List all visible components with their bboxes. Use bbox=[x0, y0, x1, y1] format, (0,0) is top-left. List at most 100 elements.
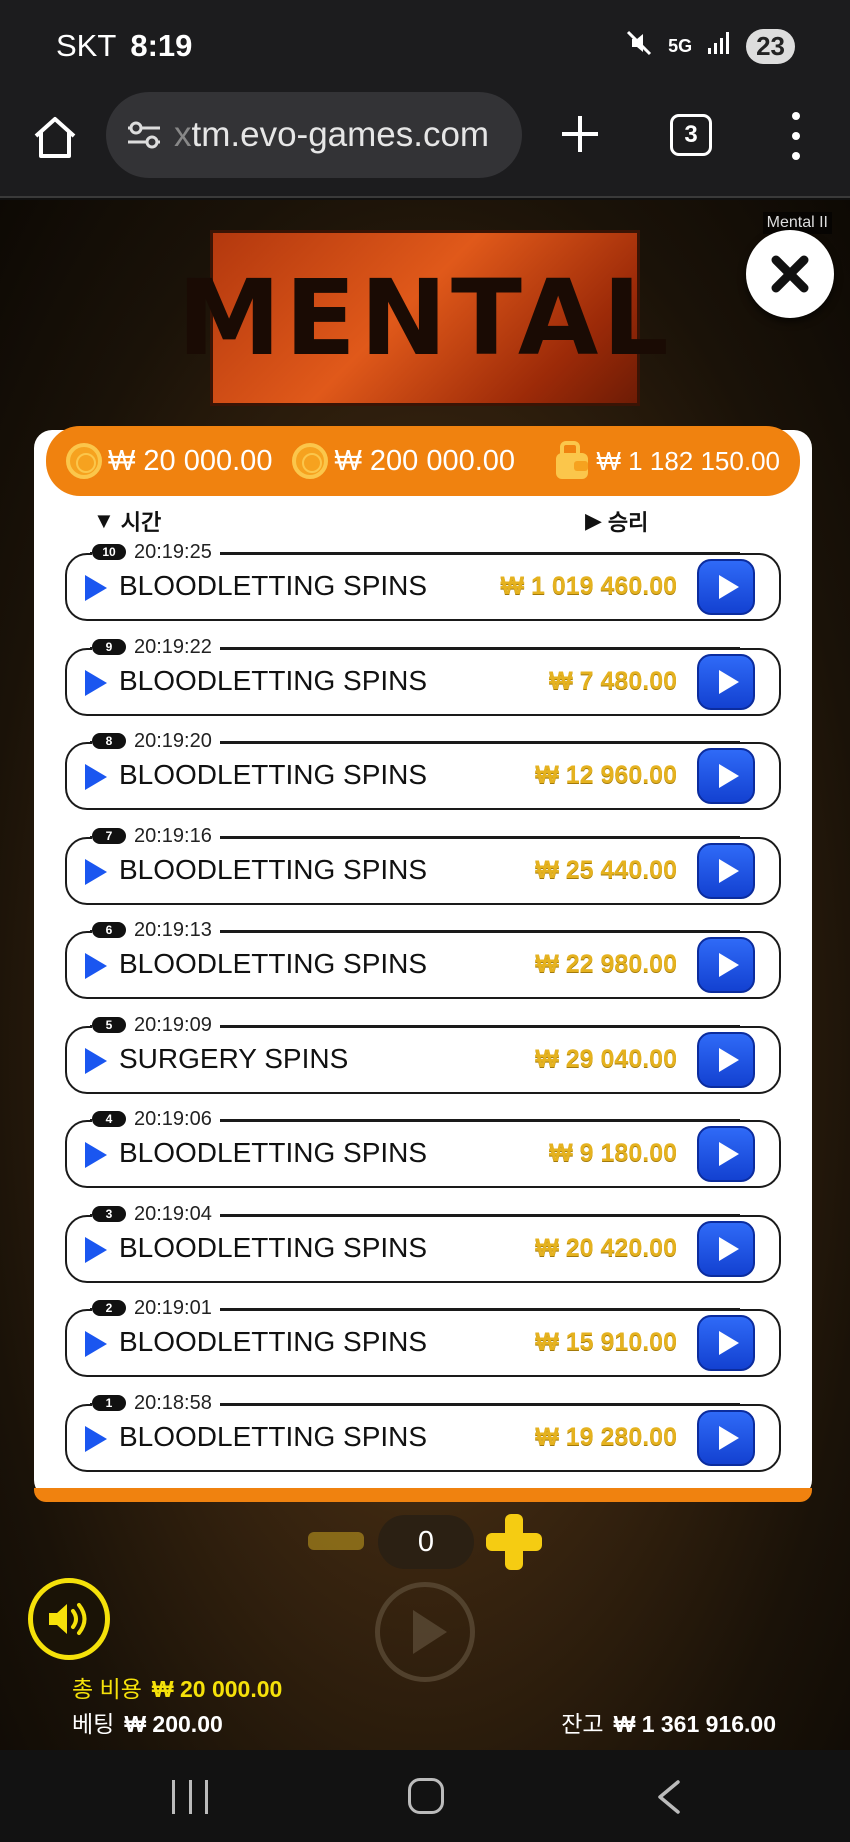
coin-value: ₩ 20 000.00 bbox=[66, 443, 272, 479]
increase-button[interactable] bbox=[486, 1514, 542, 1570]
history-panel-footer bbox=[34, 1488, 812, 1502]
network-icon: 5G bbox=[668, 36, 693, 56]
sound-button[interactable] bbox=[28, 1578, 110, 1660]
row-meta: 4 20:19:06 bbox=[92, 1108, 220, 1130]
site-settings-icon[interactable] bbox=[124, 115, 164, 155]
coin-icon bbox=[66, 443, 102, 479]
feature-name: BLOODLETTING SPINS bbox=[119, 1137, 428, 1168]
recent-apps-icon[interactable] bbox=[172, 1780, 208, 1814]
feature-name: BLOODLETTING SPINS bbox=[119, 1326, 428, 1357]
tab-switcher-button[interactable]: 3 bbox=[670, 114, 712, 156]
win-amount: ₩ 9 180.00 bbox=[549, 1139, 677, 1167]
row-meta: 7 20:19:16 bbox=[92, 825, 220, 847]
row-meta: 10 20:19:25 bbox=[92, 541, 220, 563]
spin-counter: 0 bbox=[378, 1515, 474, 1569]
replay-button[interactable] bbox=[697, 1126, 755, 1182]
sort-by-time[interactable]: ▼ 시간 bbox=[93, 505, 161, 537]
feature-name: BLOODLETTING SPINS bbox=[119, 854, 428, 885]
play-triangle-icon bbox=[85, 1426, 107, 1452]
address-bar[interactable]: xtm.evo-games.com bbox=[106, 92, 522, 178]
sort-by-win[interactable]: ▶ 승리 bbox=[585, 505, 648, 537]
bet-amount: 베팅 ₩ 200.00 bbox=[72, 1711, 223, 1737]
row-index-badge: 1 bbox=[92, 1395, 126, 1411]
row-meta: 1 20:18:58 bbox=[92, 1392, 220, 1414]
win-amount: ₩ 22 980.00 bbox=[535, 950, 677, 978]
close-icon bbox=[771, 255, 809, 293]
play-triangle-icon bbox=[85, 1237, 107, 1263]
game-logo: MENTAL bbox=[177, 230, 669, 406]
play-triangle-icon bbox=[85, 1142, 107, 1168]
overflow-menu-icon[interactable] bbox=[784, 112, 808, 160]
replay-button[interactable] bbox=[697, 937, 755, 993]
play-triangle-icon bbox=[85, 764, 107, 790]
play-triangle-icon bbox=[85, 670, 107, 696]
balance: 잔고 ₩ 1 361 916.00 bbox=[561, 1711, 776, 1737]
caret-down-icon: ▼ bbox=[93, 508, 115, 533]
play-triangle-icon bbox=[85, 859, 107, 885]
row-index-badge: 3 bbox=[92, 1206, 126, 1222]
total-cost: 총 비용 ₩ 20 000.00 bbox=[72, 1676, 283, 1702]
browser-toolbar: xtm.evo-games.com 3 bbox=[0, 92, 850, 198]
replay-button[interactable] bbox=[697, 559, 755, 615]
row-timestamp: 20:19:13 bbox=[134, 918, 212, 941]
row-meta: 9 20:19:22 bbox=[92, 636, 220, 658]
play-triangle-icon bbox=[85, 953, 107, 979]
feature-name: BLOODLETTING SPINS bbox=[119, 948, 428, 979]
play-triangle-icon bbox=[85, 1048, 107, 1074]
row-index-badge: 10 bbox=[92, 544, 126, 560]
carrier: SKT bbox=[56, 28, 116, 63]
row-meta: 5 20:19:09 bbox=[92, 1014, 220, 1036]
win-amount: ₩ 7 480.00 bbox=[549, 667, 677, 695]
win-amount: ₩ 19 280.00 bbox=[535, 1423, 677, 1451]
row-timestamp: 20:19:06 bbox=[134, 1107, 212, 1130]
feature-name: BLOODLETTING SPINS bbox=[119, 759, 428, 790]
replay-button[interactable] bbox=[697, 1221, 755, 1277]
row-timestamp: 20:19:09 bbox=[134, 1013, 212, 1036]
replay-button[interactable] bbox=[697, 843, 755, 899]
row-timestamp: 20:19:04 bbox=[134, 1202, 212, 1225]
replay-button[interactable] bbox=[697, 654, 755, 710]
home-icon[interactable] bbox=[30, 112, 80, 168]
row-index-badge: 4 bbox=[92, 1111, 126, 1127]
row-meta: 3 20:19:04 bbox=[92, 1203, 220, 1225]
win-amount: ₩ 15 910.00 bbox=[535, 1328, 677, 1356]
status-right: 5G 23 bbox=[624, 28, 795, 65]
win-amount: ₩ 1 019 460.00 bbox=[500, 572, 677, 600]
win-amount: ₩ 12 960.00 bbox=[535, 761, 677, 789]
status-left: SKT 8:19 bbox=[56, 28, 192, 64]
decrease-button[interactable] bbox=[308, 1532, 364, 1550]
caret-right-icon: ▶ bbox=[585, 508, 602, 533]
new-tab-icon[interactable] bbox=[558, 112, 602, 156]
signal-icon bbox=[706, 30, 732, 63]
win-amount: ₩ 25 440.00 bbox=[535, 856, 677, 884]
row-timestamp: 20:19:25 bbox=[134, 540, 212, 563]
bet-total: ₩ 200 000.00 bbox=[292, 443, 515, 479]
row-index-badge: 5 bbox=[92, 1017, 126, 1033]
close-button[interactable] bbox=[746, 230, 834, 318]
feature-name: BLOODLETTING SPINS bbox=[119, 1232, 428, 1263]
replay-button[interactable] bbox=[697, 1032, 755, 1088]
home-nav-icon[interactable] bbox=[408, 1778, 444, 1814]
feature-name: BLOODLETTING SPINS bbox=[119, 1421, 428, 1452]
wallet-icon bbox=[556, 441, 589, 479]
win-amount: ₩ 29 040.00 bbox=[535, 1045, 677, 1073]
row-timestamp: 20:19:22 bbox=[134, 635, 212, 658]
feature-name: SURGERY SPINS bbox=[119, 1043, 349, 1074]
mute-icon bbox=[624, 28, 654, 65]
row-timestamp: 20:19:01 bbox=[134, 1296, 212, 1319]
feature-name: BLOODLETTING SPINS bbox=[119, 570, 428, 601]
replay-button[interactable] bbox=[697, 1410, 755, 1466]
replay-button[interactable] bbox=[697, 748, 755, 804]
replay-button[interactable] bbox=[697, 1315, 755, 1371]
play-triangle-icon bbox=[85, 575, 107, 601]
row-meta: 6 20:19:13 bbox=[92, 919, 220, 941]
speaker-icon bbox=[49, 1603, 87, 1635]
status-bar: SKT 8:19 5G 23 bbox=[0, 0, 850, 92]
row-timestamp: 20:19:20 bbox=[134, 729, 212, 752]
clock: 8:19 bbox=[130, 28, 193, 63]
row-index-badge: 6 bbox=[92, 922, 126, 938]
row-index-badge: 8 bbox=[92, 733, 126, 749]
spin-button[interactable] bbox=[375, 1582, 475, 1682]
history-header: ₩ 20 000.00 ₩ 200 000.00 ₩ 1 182 150.00 bbox=[46, 426, 800, 496]
back-icon[interactable] bbox=[654, 1780, 684, 1814]
